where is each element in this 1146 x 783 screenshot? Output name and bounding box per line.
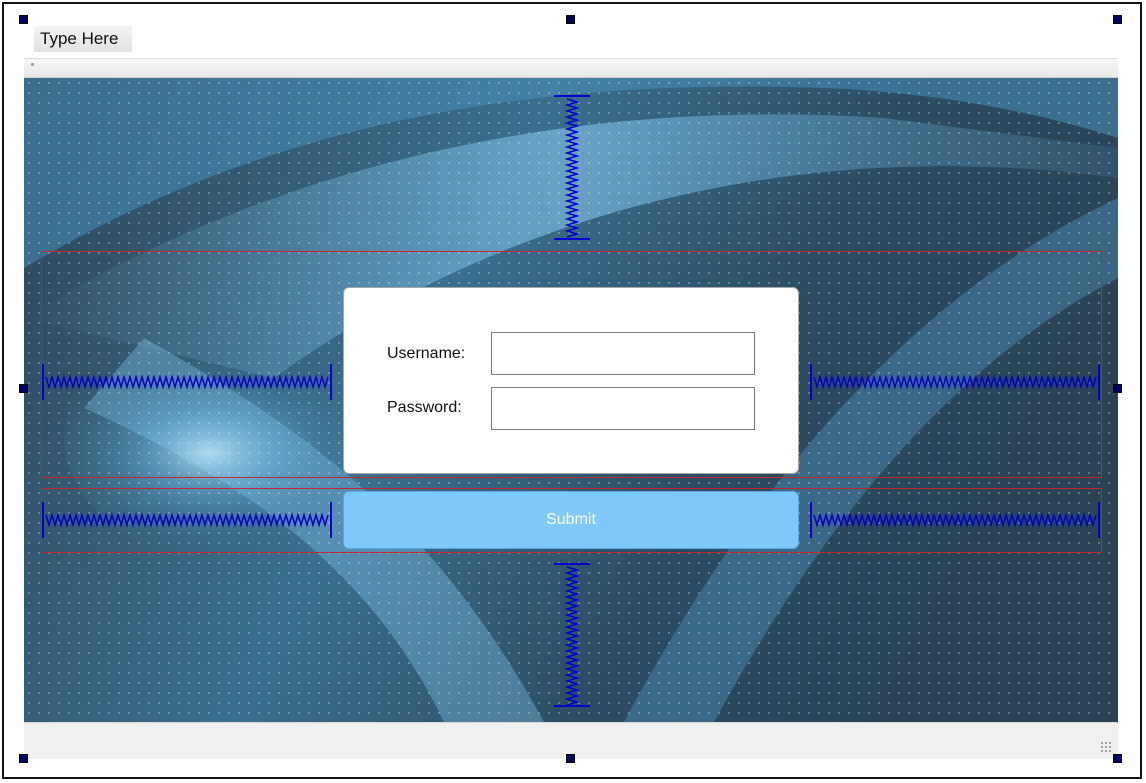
size-grip-icon[interactable] (1100, 741, 1112, 753)
vertical-spacer-bottom[interactable] (554, 563, 590, 709)
horizontal-spacer-right-form[interactable] (810, 362, 1102, 402)
resize-handle-bottom-left[interactable] (19, 754, 28, 763)
horizontal-spacer-right-submit[interactable] (810, 500, 1102, 540)
resize-handle-top-right[interactable] (1113, 15, 1122, 24)
resize-handle-bottom-right[interactable] (1113, 754, 1122, 763)
toolbar-area (24, 58, 1118, 78)
menu-type-here[interactable]: Type Here (34, 26, 133, 52)
toolbar-grip-icon[interactable] (31, 63, 34, 66)
horizontal-spacer-left-form[interactable] (42, 362, 334, 402)
resize-handle-middle-left[interactable] (19, 384, 28, 393)
horizontal-spacer-left-submit[interactable] (42, 500, 334, 540)
login-panel: Username: Password: (343, 287, 799, 474)
resize-handle-bottom-center[interactable] (566, 754, 575, 763)
username-input[interactable] (491, 332, 755, 375)
vertical-spacer-top[interactable] (554, 95, 590, 241)
resize-handle-top-left[interactable] (19, 15, 28, 24)
password-input[interactable] (491, 387, 755, 430)
submit-button[interactable]: Submit (343, 491, 799, 549)
menubar: Type Here (24, 20, 1118, 58)
password-label: Password: (387, 399, 462, 416)
username-label: Username: (387, 345, 466, 362)
resize-handle-middle-right[interactable] (1113, 384, 1122, 393)
resize-handle-top-center[interactable] (566, 15, 575, 24)
